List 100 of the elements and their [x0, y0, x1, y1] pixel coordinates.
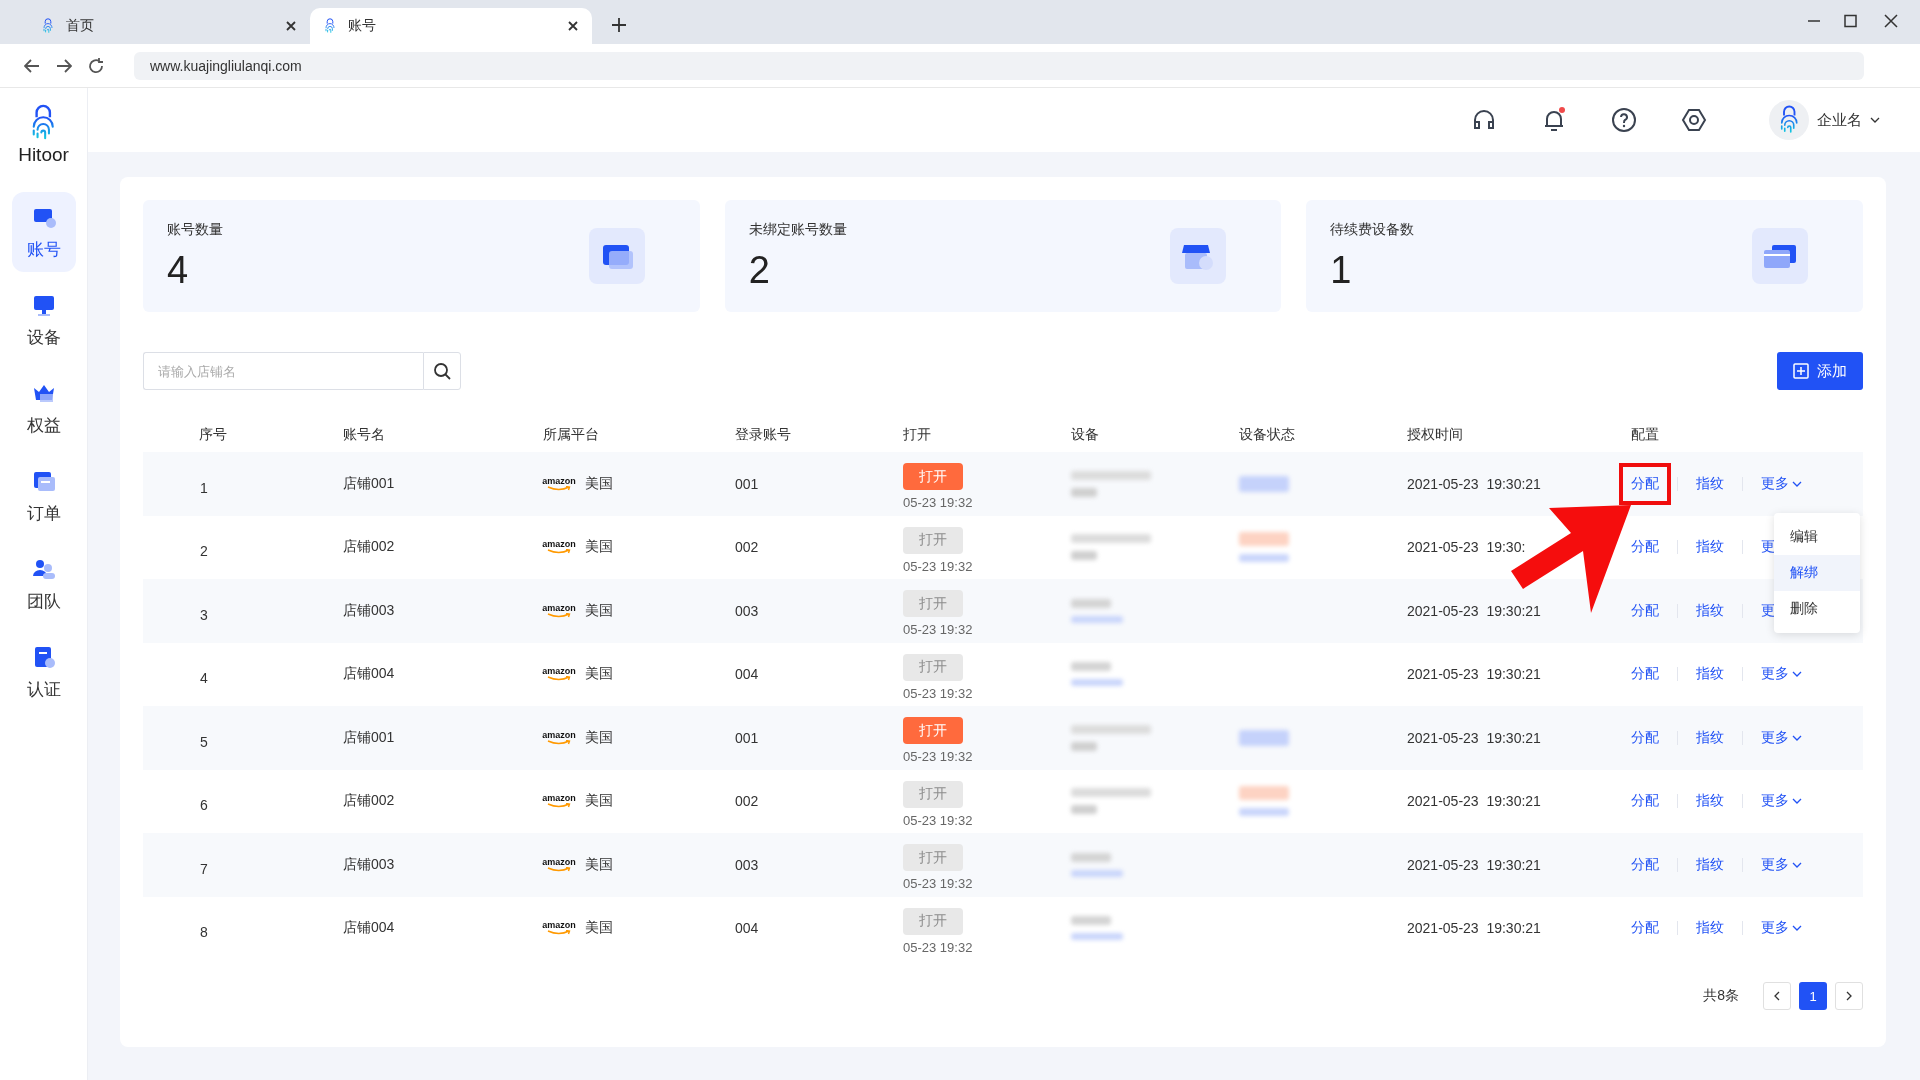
chevron-down-icon	[1870, 115, 1880, 125]
page-button[interactable]: 1	[1799, 982, 1827, 1010]
table-cell-text: 2021-05-23 19:30:21	[1407, 729, 1542, 746]
fingerprint-link[interactable]: 指纹	[1684, 907, 1736, 950]
open-time: 05-23 19:32	[903, 622, 973, 638]
more-link[interactable]: 更多	[1761, 855, 1802, 874]
open-time: 05-23 19:32	[903, 749, 973, 765]
more-link[interactable]: 更多	[1761, 474, 1802, 493]
search-button[interactable]	[423, 352, 461, 390]
more-link[interactable]: 更多	[1761, 919, 1802, 938]
column-header: 序号	[198, 426, 228, 444]
column-header: 配置	[1631, 426, 1660, 444]
table-cell-text: 3	[199, 605, 209, 623]
browser-tab[interactable]: 账号	[310, 8, 592, 44]
fingerprint-link[interactable]: 指纹	[1684, 843, 1736, 886]
column-header: 所属平台	[543, 426, 600, 444]
table-cell-text: 店铺002	[343, 792, 396, 811]
platform-logo: amazon	[543, 730, 575, 745]
stat-value: 4	[167, 248, 190, 292]
sidebar-item[interactable]: 设备	[11, 280, 76, 360]
table-cell-text: 2021-05-23 19:30:21	[1407, 793, 1542, 810]
assign-link[interactable]: 分配	[1619, 589, 1671, 632]
reload-icon[interactable]	[88, 57, 104, 74]
blurred-device	[1071, 916, 1123, 941]
total-count: 共8条	[1703, 987, 1739, 1005]
settings-icon[interactable]	[1681, 107, 1707, 133]
table-cell: 美国	[585, 474, 613, 493]
menu-item[interactable]: 解绑	[1774, 554, 1860, 591]
more-link[interactable]: 更多	[1761, 792, 1802, 811]
table-cell-text: 4	[199, 669, 209, 687]
forward-icon[interactable]	[56, 58, 72, 73]
column-header: 设备	[1071, 426, 1100, 444]
sidebar-item[interactable]: 账号	[11, 192, 76, 272]
menu-item[interactable]: 编辑	[1774, 518, 1860, 555]
column-header: 设备状态	[1239, 426, 1296, 444]
assign-link[interactable]: 分配	[1619, 716, 1671, 759]
table-cell: 美国	[585, 665, 613, 684]
table-cell-text: 5	[199, 732, 209, 750]
table-cell-text: 1	[199, 478, 209, 496]
column-header: 账号名	[343, 426, 386, 444]
window-controls-icon[interactable]	[1808, 14, 1898, 28]
fingerprint-link[interactable]: 指纹	[1684, 716, 1736, 759]
table-cell-text: 003	[735, 856, 760, 873]
sidebar-item[interactable]: 订单	[11, 456, 76, 536]
assign-link[interactable]: 分配	[1619, 462, 1671, 505]
assign-link[interactable]: 分配	[1619, 843, 1671, 886]
address-bar[interactable]: www.kuajingliulanqi.com	[134, 51, 1864, 80]
more-link[interactable]: 更多	[1761, 728, 1802, 747]
fingerprint-lock-icon	[42, 18, 54, 34]
browser-tab[interactable]: 首页	[28, 8, 310, 44]
back-icon[interactable]	[24, 58, 40, 73]
table-cell-text: 002	[735, 793, 760, 810]
fingerprint-link[interactable]: 指纹	[1684, 526, 1736, 569]
fingerprint-link[interactable]: 指纹	[1684, 780, 1736, 823]
fingerprint-link[interactable]: 指纹	[1684, 589, 1736, 632]
sidebar-item[interactable]: 认证	[11, 632, 76, 712]
assign-link[interactable]: 分配	[1619, 653, 1671, 696]
fingerprint-link[interactable]: 指纹	[1684, 653, 1736, 696]
platform-logo: amazon	[543, 794, 575, 809]
stat-value: 2	[748, 248, 771, 292]
assign-link[interactable]: 分配	[1619, 526, 1671, 569]
platform-logo: amazon	[543, 476, 575, 491]
help-icon[interactable]	[1611, 107, 1637, 133]
table-cell-text: 2	[199, 542, 209, 560]
open-time: 05-23 19:32	[903, 939, 973, 955]
close-icon[interactable]	[568, 21, 578, 31]
open-time: 05-23 19:32	[903, 495, 973, 511]
add-button[interactable]: 添加	[1777, 352, 1863, 390]
menu-item[interactable]: 删除	[1774, 590, 1860, 627]
table-cell: 美国	[585, 919, 613, 938]
stat-value: 1	[1330, 248, 1353, 292]
assign-link[interactable]: 分配	[1619, 907, 1671, 950]
avatar[interactable]	[1769, 100, 1809, 140]
table-cell-text: 2021-05-23 19:30:21	[1407, 666, 1542, 683]
table-cell-text: 8	[199, 923, 209, 941]
table-cell: 美国	[585, 792, 613, 811]
more-link[interactable]: 更	[1761, 538, 1775, 557]
add-icon	[1793, 363, 1809, 379]
company-name[interactable]: 企业名	[1817, 110, 1862, 130]
platform-logo: amazon	[543, 667, 575, 682]
table-cell-text: 003	[735, 602, 760, 619]
table-cell-text: 店铺001	[343, 728, 396, 747]
table-cell-text: 001	[735, 475, 760, 492]
table-cell-text: 店铺002	[343, 538, 396, 557]
assign-link[interactable]: 分配	[1619, 780, 1671, 823]
close-icon[interactable]	[286, 21, 296, 31]
table-cell-text: 店铺001	[343, 474, 396, 493]
table-cell-text: 6	[199, 796, 209, 814]
plus-icon[interactable]	[612, 18, 626, 32]
chevron-left-icon	[1772, 991, 1782, 1001]
table-cell-text: 店铺004	[343, 919, 396, 938]
search-field[interactable]: 请输入店铺名	[143, 352, 423, 390]
table-cell-text: 2021-05-23 19:30:21	[1407, 475, 1542, 492]
fingerprint-link[interactable]: 指纹	[1684, 462, 1736, 505]
table-cell-text: 2021-05-23 19:30:21	[1407, 920, 1542, 937]
more-link[interactable]: 更	[1761, 601, 1775, 620]
sidebar-item[interactable]: 权益	[11, 368, 76, 448]
stat-label: 账号数量	[167, 220, 223, 239]
more-link[interactable]: 更多	[1761, 665, 1802, 684]
sidebar-item[interactable]: 团队	[11, 544, 76, 624]
